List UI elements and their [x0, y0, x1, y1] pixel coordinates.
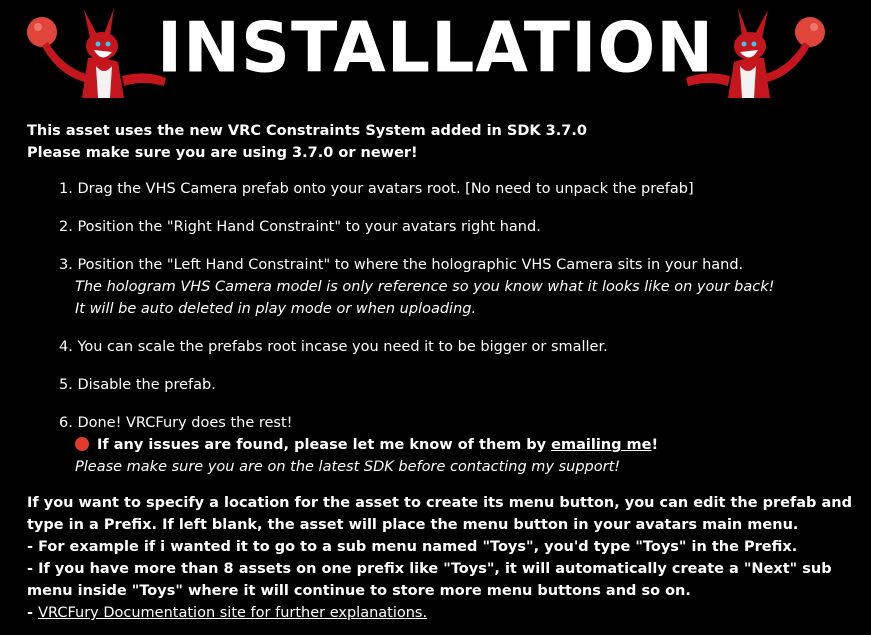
docs-link[interactable]: VRCFury Documentation site for further e…	[38, 605, 427, 621]
support-warning-suffix: !	[651, 437, 659, 453]
email-link[interactable]: emailing me	[551, 437, 651, 453]
step-4: 4. You can scale the prefabs root incase…	[59, 336, 857, 358]
step-6: 6. Done! VRCFury does the rest! If any i…	[59, 412, 857, 478]
step-3-text: 3. Position the "Left Hand Constraint" t…	[59, 257, 744, 273]
step-3-note-2: It will be auto deleted in play mode or …	[75, 301, 477, 317]
prefix-example: - For example if i wanted it to go to a …	[27, 539, 798, 555]
step-5: 5. Disable the prefab.	[59, 374, 857, 396]
step-6-note: Please make sure you are on the latest S…	[75, 459, 621, 475]
support-warning: If any issues are found, please let me k…	[59, 437, 658, 453]
step-5-text: 5. Disable the prefab.	[59, 377, 216, 393]
intro-line-1: This asset uses the new VRC Constraints …	[27, 123, 587, 139]
step-3-note-1: The hologram VHS Camera model is only re…	[75, 279, 775, 295]
step-2: 2. Position the "Right Hand Constraint" …	[59, 216, 857, 238]
step-1: 1. Drag the VHS Camera prefab onto your …	[59, 178, 857, 200]
prefix-paragraph: If you want to specify a location for th…	[27, 495, 852, 533]
step-3: 3. Position the "Left Hand Constraint" t…	[59, 254, 857, 320]
step-6-text: 6. Done! VRCFury does the rest!	[59, 415, 293, 431]
installation-steps: 1. Drag the VHS Camera prefab onto your …	[27, 178, 857, 478]
installation-content: This asset uses the new VRC Constraints …	[27, 120, 857, 624]
intro-text: This asset uses the new VRC Constraints …	[27, 120, 857, 164]
support-warning-text: If any issues are found, please let me k…	[97, 437, 552, 453]
step-1-text: 1. Drag the VHS Camera prefab onto your …	[59, 181, 694, 197]
prefix-overflow-note: - If you have more than 8 assets on one …	[27, 561, 832, 599]
docs-prefix: -	[27, 605, 39, 621]
prefix-info: If you want to specify a location for th…	[27, 492, 857, 624]
fox-mascot-right-icon	[686, 8, 825, 98]
step-2-text: 2. Position the "Right Hand Constraint" …	[59, 219, 541, 235]
header-banner: INSTALLATION	[0, 0, 871, 105]
red-circle-icon	[75, 437, 89, 451]
intro-line-2: Please make sure you are using 3.7.0 or …	[27, 145, 418, 161]
step-4-text: 4. You can scale the prefabs root incase…	[59, 339, 608, 355]
docs-line: - VRCFury Documentation site for further…	[27, 602, 857, 624]
